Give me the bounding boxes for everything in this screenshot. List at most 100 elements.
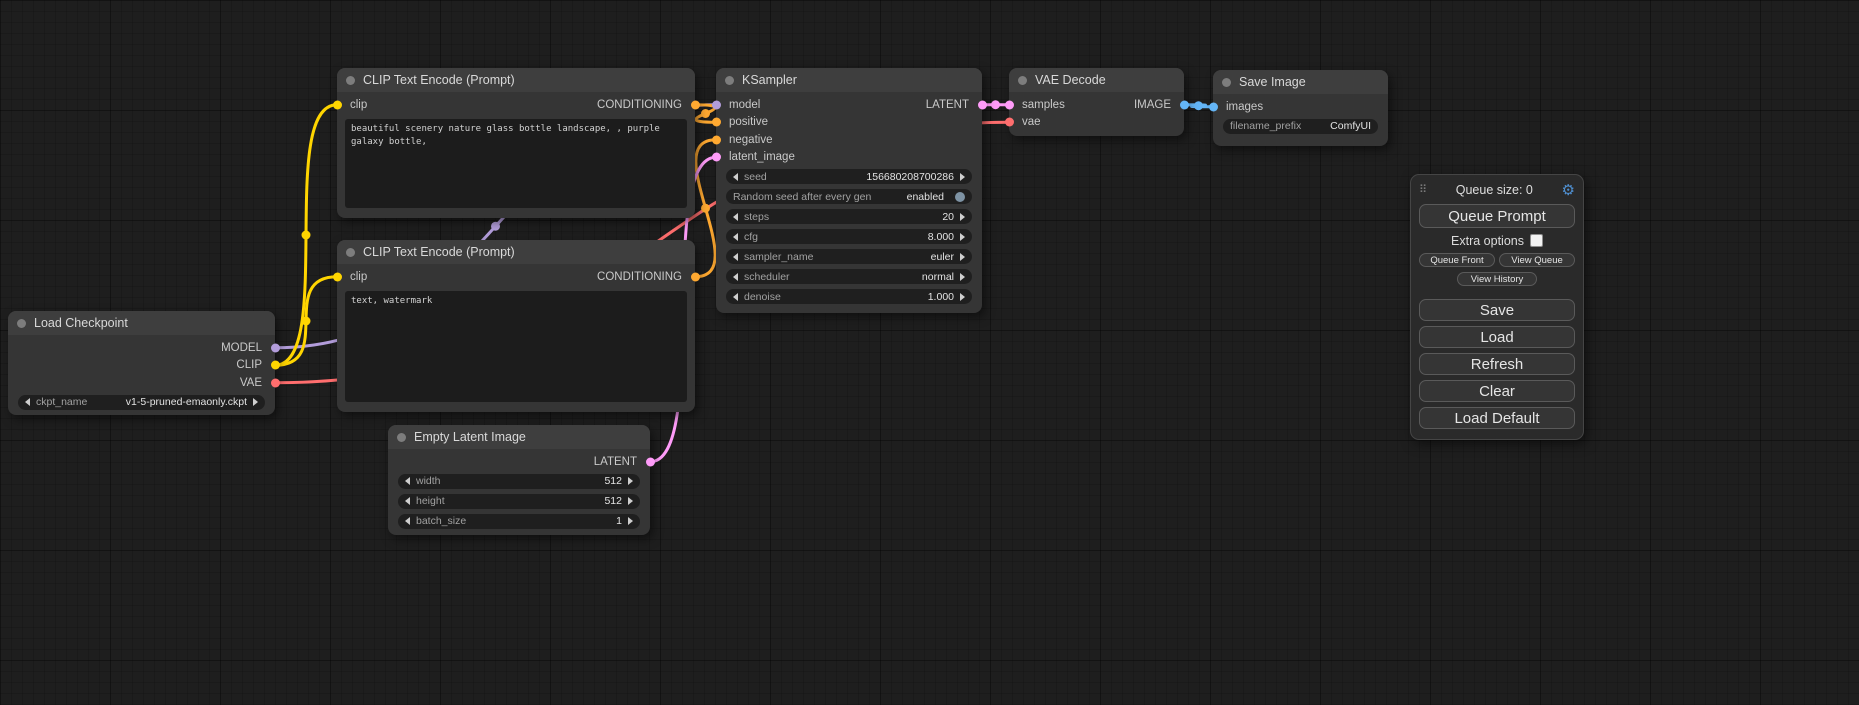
right-arrow-icon[interactable] [628, 477, 633, 485]
load-default-button[interactable]: Load Default [1419, 407, 1575, 429]
input-slot-label: model [716, 99, 760, 111]
node-title-bar[interactable]: Save Image [1213, 70, 1388, 94]
node-empty-latent-image[interactable]: Empty Latent Image LATENT width 512 heig… [388, 425, 650, 535]
batch-size-widget[interactable]: batch_size 1 [398, 514, 640, 529]
model-input-dot[interactable] [712, 100, 721, 109]
positive-input-dot[interactable] [712, 118, 721, 127]
right-arrow-icon[interactable] [960, 253, 965, 261]
denoise-widget[interactable]: denoise 1.000 [726, 289, 972, 304]
samples-input-dot[interactable] [1005, 100, 1014, 109]
left-arrow-icon[interactable] [25, 398, 30, 406]
input-slot-label: positive [716, 116, 768, 128]
workflow-canvas[interactable]: Load Checkpoint MODEL CLIP VAE ckpt_name… [0, 0, 1859, 705]
node-clip-text-encode-negative[interactable]: CLIP Text Encode (Prompt) clip CONDITION… [337, 240, 695, 412]
collapse-dot-icon[interactable] [1222, 78, 1231, 87]
node-load-checkpoint[interactable]: Load Checkpoint MODEL CLIP VAE ckpt_name… [8, 311, 275, 415]
node-title-bar[interactable]: VAE Decode [1009, 68, 1184, 92]
collapse-dot-icon[interactable] [17, 319, 26, 328]
node-title-bar[interactable]: CLIP Text Encode (Prompt) [337, 68, 695, 92]
save-button[interactable]: Save [1419, 299, 1575, 321]
input-slot-label: latent_image [716, 151, 795, 163]
clip-output-dot[interactable] [271, 361, 280, 370]
node-title: Load Checkpoint [34, 316, 128, 330]
node-title-bar[interactable]: KSampler [716, 68, 982, 92]
height-widget[interactable]: height 512 [398, 494, 640, 509]
left-arrow-icon[interactable] [733, 293, 738, 301]
right-arrow-icon[interactable] [253, 398, 258, 406]
random-seed-toggle-widget[interactable]: Random seed after every gen enabled [726, 189, 972, 204]
right-arrow-icon[interactable] [960, 273, 965, 281]
output-slot-model: MODEL [8, 339, 275, 357]
collapse-dot-icon[interactable] [397, 433, 406, 442]
queue-prompt-button[interactable]: Queue Prompt [1419, 204, 1575, 228]
steps-widget[interactable]: steps 20 [726, 209, 972, 224]
right-arrow-icon[interactable] [960, 173, 965, 181]
left-arrow-icon[interactable] [405, 477, 410, 485]
seed-widget[interactable]: seed 156680208700286 [726, 169, 972, 184]
latent-output-dot[interactable] [978, 100, 987, 109]
collapse-dot-icon[interactable] [725, 76, 734, 85]
right-arrow-icon[interactable] [960, 213, 965, 221]
node-title-bar[interactable]: Empty Latent Image [388, 425, 650, 449]
slot-row: vae [1009, 114, 1184, 132]
collapse-dot-icon[interactable] [1018, 76, 1027, 85]
node-title: CLIP Text Encode (Prompt) [363, 245, 515, 259]
cfg-widget[interactable]: cfg 8.000 [726, 229, 972, 244]
node-vae-decode[interactable]: VAE Decode samples IMAGE vae [1009, 68, 1184, 136]
negative-input-dot[interactable] [712, 135, 721, 144]
input-slot-label: clip [337, 271, 367, 283]
collapse-dot-icon[interactable] [346, 76, 355, 85]
left-arrow-icon[interactable] [733, 253, 738, 261]
node-ksampler[interactable]: KSampler model LATENT positive negative … [716, 68, 982, 313]
conditioning-output-dot[interactable] [691, 100, 700, 109]
slot-row: clip CONDITIONING [337, 96, 695, 114]
conditioning-output-dot[interactable] [691, 272, 700, 281]
clip-input-dot[interactable] [333, 100, 342, 109]
model-output-dot[interactable] [271, 343, 280, 352]
widget-value: 20 [942, 211, 954, 223]
vae-output-dot[interactable] [271, 378, 280, 387]
toggle-dot-icon[interactable] [955, 192, 965, 202]
sampler-name-widget[interactable]: sampler_name euler [726, 249, 972, 264]
collapse-dot-icon[interactable] [346, 248, 355, 257]
left-arrow-icon[interactable] [733, 273, 738, 281]
widget-value: v1-5-pruned-emaonly.ckpt [126, 396, 247, 408]
node-save-image[interactable]: Save Image images filename_prefix ComfyU… [1213, 70, 1388, 146]
ckpt-name-widget[interactable]: ckpt_name v1-5-pruned-emaonly.ckpt [18, 395, 265, 410]
node-clip-text-encode-positive[interactable]: CLIP Text Encode (Prompt) clip CONDITION… [337, 68, 695, 218]
left-arrow-icon[interactable] [405, 517, 410, 525]
clip-input-dot[interactable] [333, 272, 342, 281]
view-queue-button[interactable]: View Queue [1499, 253, 1575, 267]
view-history-button[interactable]: View History [1457, 272, 1537, 286]
right-arrow-icon[interactable] [628, 497, 633, 505]
slot-row: clip CONDITIONING [337, 268, 695, 286]
image-output-dot[interactable] [1180, 100, 1189, 109]
widget-label: height [416, 495, 445, 507]
clear-button[interactable]: Clear [1419, 380, 1575, 402]
width-widget[interactable]: width 512 [398, 474, 640, 489]
refresh-button[interactable]: Refresh [1419, 353, 1575, 375]
node-title-bar[interactable]: Load Checkpoint [8, 311, 275, 335]
left-arrow-icon[interactable] [733, 213, 738, 221]
images-input-dot[interactable] [1209, 102, 1218, 111]
settings-gear-icon[interactable]: ⚙ [1562, 183, 1575, 198]
queue-front-button[interactable]: Queue Front [1419, 253, 1495, 267]
latent-image-input-dot[interactable] [712, 153, 721, 162]
vae-input-dot[interactable] [1005, 118, 1014, 127]
load-button[interactable]: Load [1419, 326, 1575, 348]
latent-output-dot[interactable] [646, 457, 655, 466]
right-arrow-icon[interactable] [960, 233, 965, 241]
filename-prefix-widget[interactable]: filename_prefix ComfyUI [1223, 119, 1378, 134]
drag-handle-icon[interactable]: ⠿ [1419, 185, 1427, 196]
scheduler-widget[interactable]: scheduler normal [726, 269, 972, 284]
left-arrow-icon[interactable] [733, 233, 738, 241]
left-arrow-icon[interactable] [405, 497, 410, 505]
widget-value: normal [922, 271, 954, 283]
right-arrow-icon[interactable] [960, 293, 965, 301]
positive-prompt-textarea[interactable]: beautiful scenery nature glass bottle la… [345, 119, 687, 208]
right-arrow-icon[interactable] [628, 517, 633, 525]
negative-prompt-textarea[interactable]: text, watermark [345, 291, 687, 402]
node-title-bar[interactable]: CLIP Text Encode (Prompt) [337, 240, 695, 264]
extra-options-checkbox[interactable] [1530, 234, 1543, 247]
left-arrow-icon[interactable] [733, 173, 738, 181]
